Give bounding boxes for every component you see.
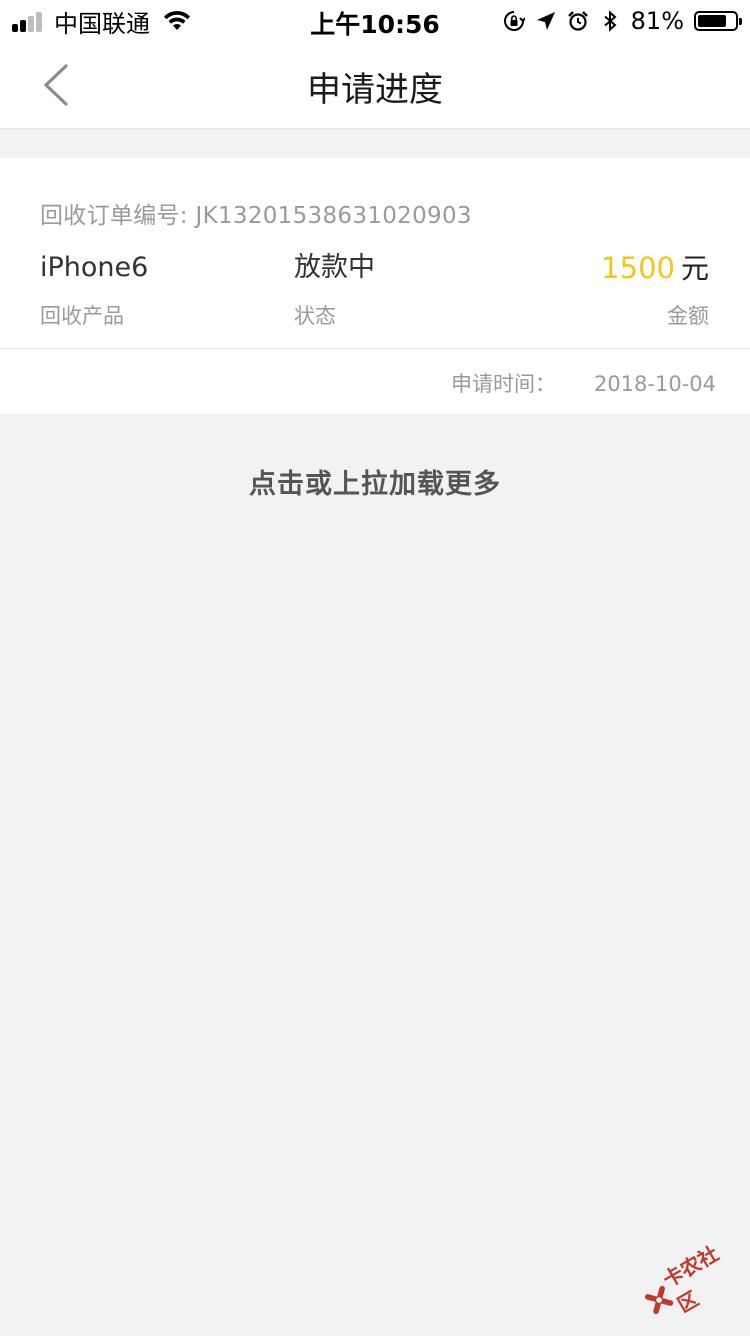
amount-unit: 元: [680, 252, 709, 285]
page-title: 申请进度: [307, 70, 443, 110]
bluetooth-icon: [604, 10, 617, 32]
orientation-lock-icon: [503, 11, 525, 31]
amount-label: 金额: [667, 304, 709, 328]
alarm-icon: [567, 11, 588, 31]
amount: 1500 元: [601, 250, 709, 286]
product-column: iPhone6 回收产品: [40, 250, 148, 330]
order-number: 回收订单编号: JK13201538631020903: [40, 196, 472, 230]
apply-time-value: 2018-10-04: [593, 372, 716, 396]
status-bar: 中国联通 上午10:56 81%: [0, 0, 750, 42]
order-number-label: 回收订单编号:: [40, 203, 188, 229]
battery-cap: [739, 18, 742, 25]
battery-percent: 81%: [630, 7, 684, 35]
apply-time-label: 申请时间：: [450, 372, 556, 396]
product-value: iPhone6: [40, 252, 149, 283]
battery-fill: [698, 15, 727, 27]
apply-time: 申请时间： 2018-10-04: [451, 368, 716, 398]
status-bar-right: 81%: [503, 6, 742, 36]
load-more-button[interactable]: 点击或上拉加载更多: [0, 462, 750, 501]
product-label: 回收产品: [40, 304, 124, 328]
amount-column: 1500 元 金额: [601, 250, 709, 330]
status-label: 状态: [294, 304, 336, 328]
status-value: 放款中: [294, 252, 375, 283]
location-icon: [536, 12, 555, 30]
battery-icon: [694, 11, 742, 31]
order-number-value: JK13201538631020903: [195, 203, 472, 229]
divider: [0, 348, 750, 349]
status-column: 放款中 状态: [294, 250, 375, 330]
watermark: 卡农社区: [631, 1226, 750, 1336]
nav-bar: 申请进度: [0, 42, 750, 129]
amount-value: 1500: [601, 251, 675, 285]
order-card[interactable]: 回收订单编号: JK13201538631020903 iPhone6 回收产品…: [0, 158, 750, 414]
